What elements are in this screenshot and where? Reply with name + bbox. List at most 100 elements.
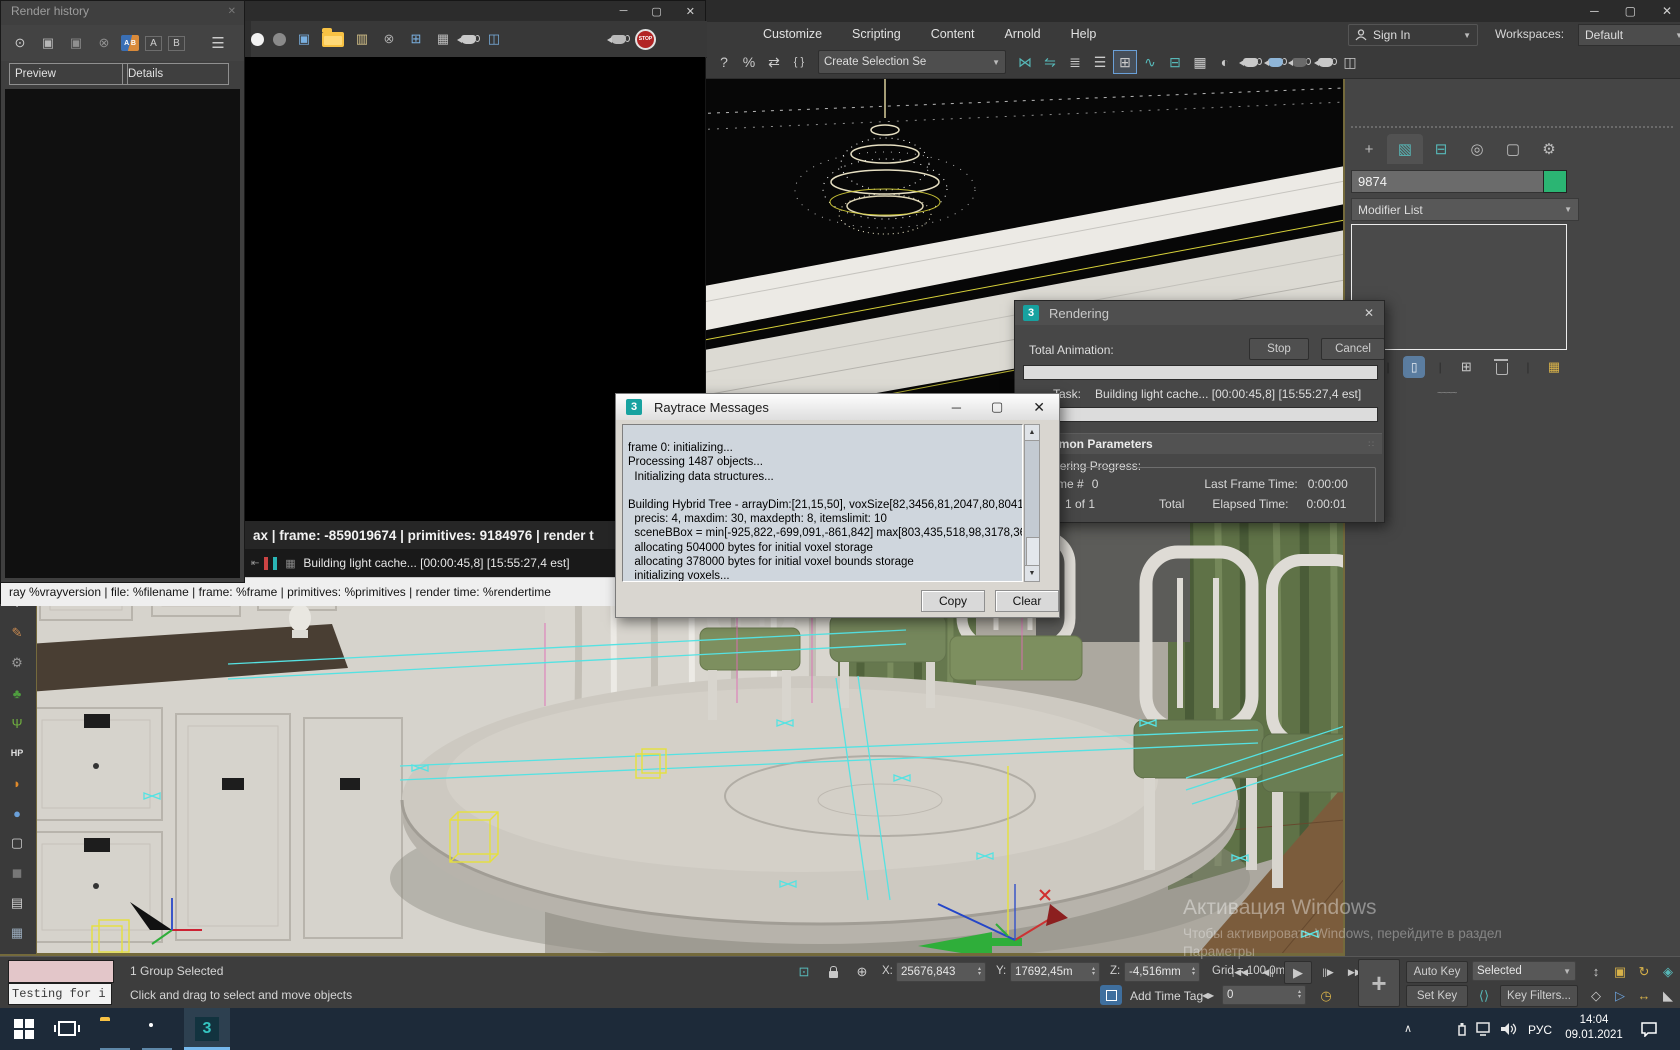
macro-doc-icon[interactable]: ▤ xyxy=(6,892,28,914)
macro-sphere-icon[interactable]: ● xyxy=(6,802,28,824)
tray-chevron-icon[interactable]: ∧ xyxy=(1404,1022,1412,1035)
rh-save-icon[interactable]: ▣ xyxy=(37,32,59,54)
curve-editor-icon[interactable]: ∿ xyxy=(1138,50,1162,74)
rh-ab-compare-icon[interactable]: A B xyxy=(121,35,139,51)
macro-tree-icon[interactable]: ♣ xyxy=(6,682,28,704)
configure-modifier-sets-icon[interactable]: ▦ xyxy=(1543,356,1565,378)
app-maximize-button[interactable]: ▢ xyxy=(1625,4,1636,18)
maxscript-mini-listener-pink[interactable] xyxy=(8,960,114,983)
tray-language[interactable]: РУС xyxy=(1528,1023,1552,1037)
rendering-stop-button[interactable]: Stop xyxy=(1249,338,1309,360)
show-end-result-icon[interactable]: ▯ xyxy=(1403,356,1425,378)
vfb-maximize-button[interactable]: ▢ xyxy=(651,5,661,18)
select-by-name-icon[interactable]: ? xyxy=(712,50,736,74)
key-tangents-icon[interactable]: ⟨⟩ xyxy=(1472,985,1496,1006)
zoom-icon[interactable]: ↕ xyxy=(1584,961,1608,982)
render-setup-icon[interactable] xyxy=(1238,50,1262,74)
app-close-button[interactable]: ✕ xyxy=(1662,4,1672,18)
raytrace-title-bar[interactable]: 3 Raytrace Messages ─ ▢ ✕ xyxy=(616,394,1059,420)
vfb-progress-prev-icon[interactable]: ⇤ xyxy=(251,558,259,569)
key-filters-button[interactable]: Key Filters... xyxy=(1500,985,1578,1007)
maxscript-mini-listener[interactable]: Testing for i xyxy=(8,983,112,1005)
zoom-extents-icon[interactable]: ▣ xyxy=(1608,961,1632,982)
tab-utilities[interactable]: ⚙ xyxy=(1531,134,1567,164)
rendering-title-bar[interactable]: 3 Rendering ✕ xyxy=(1015,301,1384,325)
rollout-divider[interactable]: ~~~~ xyxy=(1437,388,1456,399)
app-minimize-button[interactable]: ─ xyxy=(1590,4,1599,18)
rh-options-menu-icon[interactable]: ☰ xyxy=(207,32,229,54)
dining-table[interactable] xyxy=(390,676,1250,956)
common-parameters-rollout[interactable]: Common Parameters ∷ xyxy=(1018,433,1382,454)
task-view-button[interactable] xyxy=(58,1021,76,1036)
layer-manager-icon[interactable]: ≣ xyxy=(1063,50,1087,74)
vfb-close-button[interactable]: ✕ xyxy=(686,5,695,18)
menu-help[interactable]: Help xyxy=(1056,27,1112,41)
vfb-render-last-icon[interactable] xyxy=(461,35,476,44)
rollout-grip-icon[interactable]: ∷ xyxy=(1368,439,1374,450)
menu-content[interactable]: Content xyxy=(916,27,990,41)
y-coordinate-field[interactable]: 17692,45m ▴▾ xyxy=(1010,962,1100,982)
open-in-cloud-icon[interactable]: ◫ xyxy=(1338,50,1362,74)
tray-speaker-icon[interactable] xyxy=(1500,1022,1517,1040)
object-color-swatch[interactable] xyxy=(1543,170,1567,193)
vfb-stop-button[interactable]: STOP xyxy=(635,29,656,50)
vfb-duplicate-icon[interactable]: ⊞ xyxy=(407,28,425,50)
macro-grass-icon[interactable]: Ψ xyxy=(6,712,28,734)
current-frame-field[interactable]: 0 ▴▾ xyxy=(1222,985,1306,1005)
raytrace-scrollbar[interactable]: ▲ ▼ xyxy=(1024,424,1040,582)
tray-notifications-icon[interactable] xyxy=(1640,1021,1659,1040)
scene-explorer-icon[interactable]: ☰ xyxy=(1088,50,1112,74)
key-mode-toggle[interactable]: ◀▶ xyxy=(1196,985,1220,1006)
z-coordinate-field[interactable]: -4,516mm ▴▾ xyxy=(1124,962,1200,982)
fov-icon[interactable]: ◇ xyxy=(1584,985,1608,1006)
rh-delete-icon[interactable]: ⊗ xyxy=(93,32,115,54)
rh-set-b-icon[interactable]: B xyxy=(168,36,185,51)
macro-hp-icon[interactable]: HP xyxy=(6,742,28,764)
raytrace-close-button[interactable]: ✕ xyxy=(1033,399,1045,416)
vfb-save-icon[interactable]: ▣ xyxy=(295,28,313,50)
align-icon[interactable]: ⇋ xyxy=(1038,50,1062,74)
mirror-icon[interactable]: ⋈ xyxy=(1013,50,1037,74)
dope-sheet-icon[interactable]: ▦ xyxy=(1188,50,1212,74)
vfb-render-icon[interactable] xyxy=(611,35,626,44)
rh-tab-details[interactable]: Details xyxy=(122,63,229,85)
zoom-region-icon[interactable]: ◈ xyxy=(1656,961,1680,982)
pan-icon[interactable]: ↔ xyxy=(1632,985,1656,1006)
vfb-progress-grid-icon[interactable]: ▦ xyxy=(282,552,298,574)
workspaces-dropdown[interactable]: Default ▼ xyxy=(1578,24,1680,46)
object-name-field[interactable]: 9874 xyxy=(1351,170,1551,193)
auto-key-button[interactable]: Auto Key xyxy=(1406,961,1468,983)
tab-display[interactable]: ▢ xyxy=(1495,134,1531,164)
render-history-close-button[interactable]: ✕ xyxy=(228,6,236,17)
key-mode-dropdown[interactable]: Selected ▼ xyxy=(1472,961,1576,981)
percent-snap-icon[interactable]: % xyxy=(737,50,761,74)
ribbon-toggle-icon[interactable]: ⊞ xyxy=(1113,50,1137,74)
script-braces-icon[interactable]: { } xyxy=(787,50,811,74)
render-production-icon[interactable]: ↯ xyxy=(1288,50,1312,74)
x-coordinate-field[interactable]: 25676,843 ▴▾ xyxy=(896,962,986,982)
sign-in-dropdown-arrow[interactable]: ▼ xyxy=(1463,31,1471,40)
rendering-cancel-button[interactable]: Cancel xyxy=(1321,338,1385,360)
go-to-start-button[interactable]: |◀◀ xyxy=(1228,962,1252,983)
raytrace-copy-button[interactable]: Copy xyxy=(921,590,985,612)
vfb-minimize-button[interactable]: ─ xyxy=(620,5,628,17)
selection-set-dropdown[interactable]: Create Selection Se ▼ xyxy=(818,50,1006,74)
menu-scripting[interactable]: Scripting xyxy=(837,27,916,41)
previous-frame-button[interactable]: ◀|| xyxy=(1256,962,1280,983)
tray-network-icon[interactable] xyxy=(1476,1022,1493,1040)
vfb-compare-icon[interactable]: ◫ xyxy=(485,28,503,50)
scrollbar-up-icon[interactable]: ▲ xyxy=(1025,425,1039,441)
next-frame-button[interactable]: ||▶ xyxy=(1316,962,1340,983)
rh-tab-preview[interactable]: Preview xyxy=(9,63,128,85)
panel-grip[interactable] xyxy=(1351,126,1673,128)
scrollbar-thumb[interactable] xyxy=(1026,537,1040,567)
menu-arnold[interactable]: Arnold xyxy=(989,27,1055,41)
time-configuration-button[interactable]: ◷ xyxy=(1314,985,1338,1006)
menu-customize[interactable]: Customize xyxy=(748,27,837,41)
modifier-list-dropdown[interactable]: Modifier List ▼ xyxy=(1351,198,1579,221)
material-editor-icon[interactable]: ◐ xyxy=(1213,50,1237,74)
selection-lock-toggle[interactable] xyxy=(822,961,844,983)
snap-toggle-icon[interactable]: ⇄ xyxy=(762,50,786,74)
tab-motion[interactable]: ◎ xyxy=(1459,134,1495,164)
raytrace-log[interactable]: frame 0: initializing... Processing 1487… xyxy=(622,424,1023,582)
